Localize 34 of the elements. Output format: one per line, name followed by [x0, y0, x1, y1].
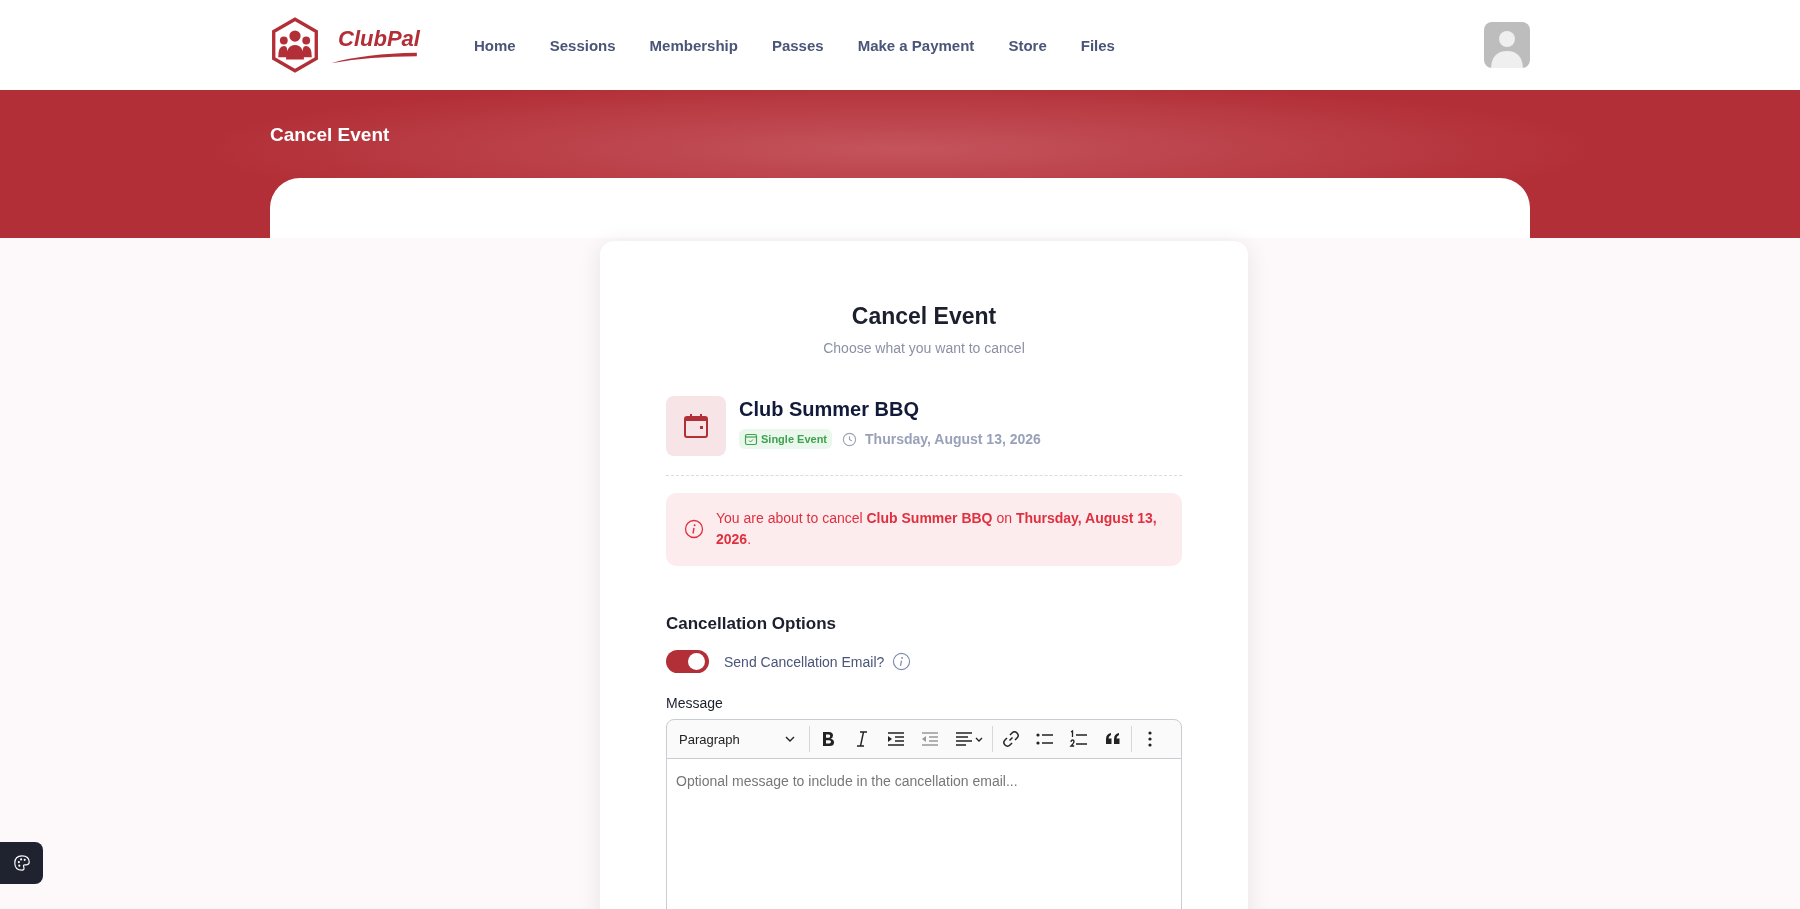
email-toggle[interactable] [666, 650, 709, 673]
logo-text: ClubPal [338, 26, 422, 52]
calendar-icon [683, 413, 709, 439]
event-date: Thursday, August 13, 2026 [865, 431, 1041, 447]
logo-icon [270, 17, 320, 73]
nav-link[interactable]: Files [1080, 36, 1115, 54]
message-label: Message [666, 695, 724, 711]
event-name: Club Summer BBQ [739, 398, 921, 421]
nav-link[interactable]: Make a Payment [857, 36, 975, 54]
message-input[interactable]: Optional message to include in the cancellation email... [666, 759, 1182, 909]
nav-link[interactable]: Home [474, 36, 516, 54]
block-format-dropdown[interactable]: Paragraph [673, 727, 801, 751]
section-title: Cancellation Options [666, 614, 838, 634]
nav-link[interactable]: Sessions [549, 36, 616, 54]
card-title: Cancel Event [850, 303, 998, 330]
nav-link[interactable]: Membership [649, 36, 738, 54]
chevron-down-icon [785, 736, 795, 742]
info-icon[interactable] [892, 652, 912, 671]
numbered-list-icon[interactable] [1069, 729, 1089, 749]
clock-icon [842, 431, 858, 447]
theme-palette-button[interactable] [0, 842, 43, 884]
alert-text: You are about to cancel Club Summer BBQ on Thursday, August 13, 2026. [716, 509, 1158, 549]
align-left-icon[interactable] [954, 729, 984, 749]
badge-label: Single Event [761, 433, 828, 445]
nav-link[interactable]: Store [1008, 36, 1047, 54]
palette-icon [12, 854, 31, 872]
calendar-check-icon [744, 432, 758, 446]
page-title: Cancel Event [270, 123, 390, 146]
indent-icon[interactable] [886, 729, 906, 749]
toggle-label: Send Cancellation Email? [724, 653, 885, 670]
info-icon [684, 519, 704, 539]
nav-link[interactable]: Passes [771, 36, 824, 54]
card-subtitle: Choose what you want to cancel [822, 340, 1026, 356]
link-icon[interactable] [1001, 729, 1021, 749]
